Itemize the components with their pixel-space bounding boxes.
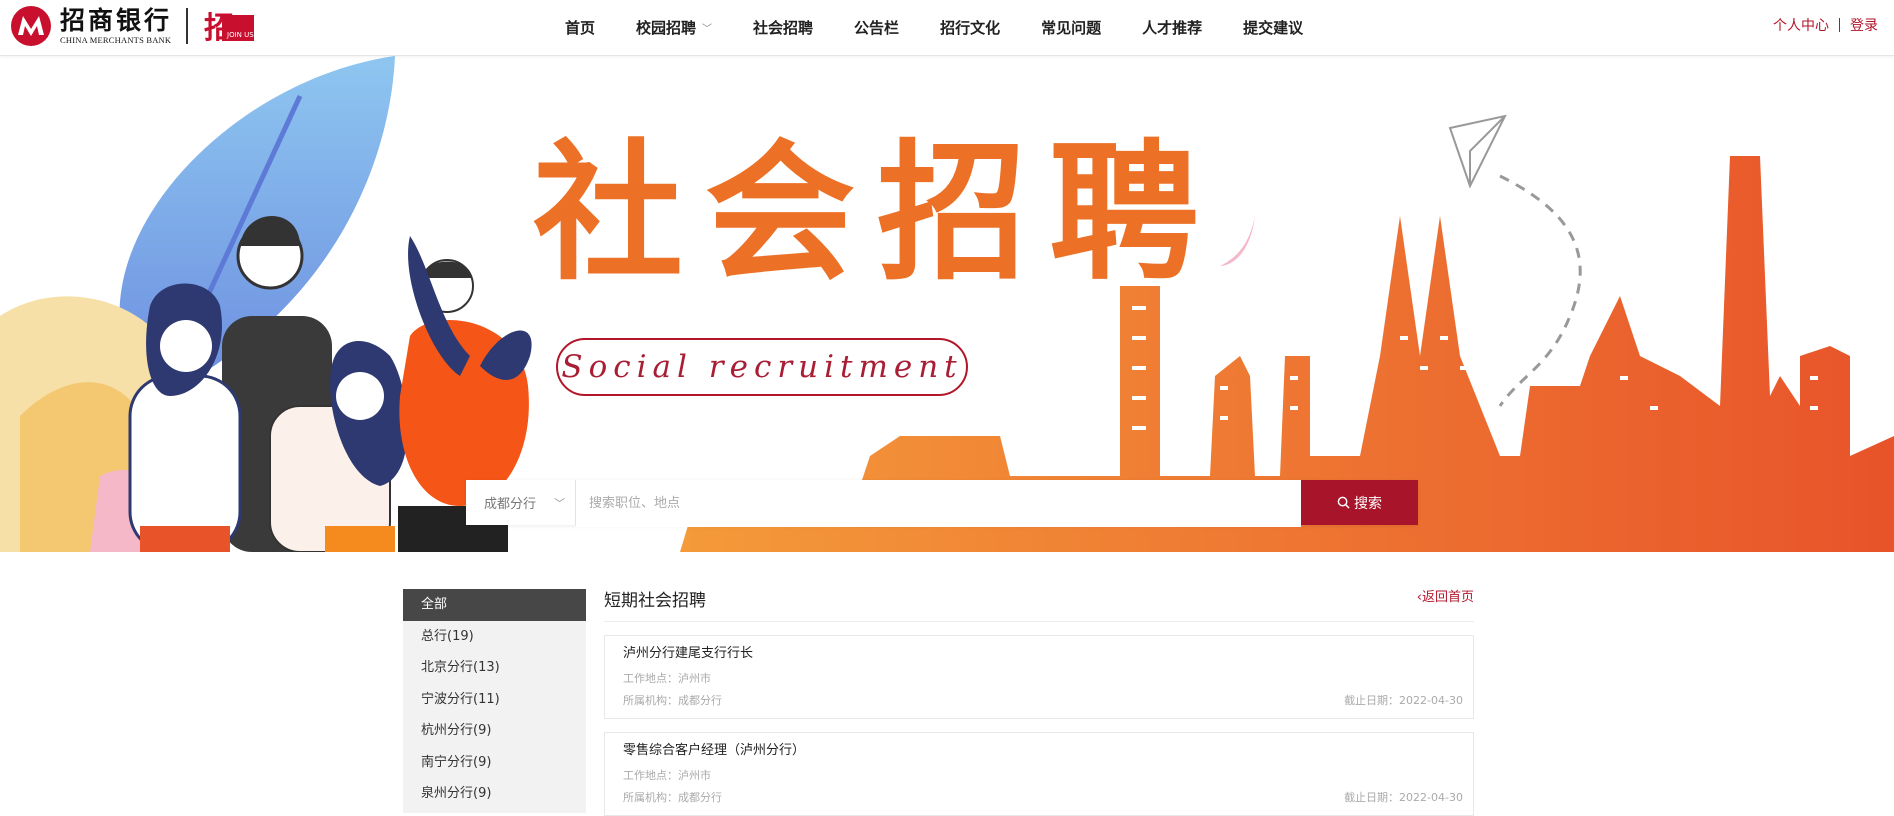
hero-banner: 社会招聘 Social recruitment <box>0 56 1894 552</box>
nav-submit-suggestion[interactable]: 提交建议 <box>1243 17 1303 38</box>
nav-faq[interactable]: 常见问题 <box>1041 17 1101 38</box>
nav-faq-label: 常见问题 <box>1041 19 1102 37</box>
user-links-divider <box>1839 18 1840 32</box>
branch-sidebar: 全部 总行(19) 北京分行(13) 宁波分行(11) 杭州分行(9) 南宁分行… <box>403 589 586 813</box>
brand-name-en: CHINA MERCHANTS BANK <box>60 35 172 45</box>
job-list-section: 短期社会招聘 ‹返回首页 泸州分行建尾支行行长 工作地点：泸州市 所属机构：成都… <box>604 589 1474 816</box>
search-input[interactable] <box>576 480 1301 527</box>
job-title[interactable]: 零售综合客户经理（泸州分行） <box>623 741 805 761</box>
job-deadline: 截止日期：2022-04-30 <box>1344 694 1463 707</box>
main-nav: 首页 校园招聘 ﹀ 社会招聘 公告栏 招行文化 常见问题 人才推荐 提交建议 <box>565 0 1344 55</box>
nav-campus-recruitment[interactable]: 校园招聘 ﹀ <box>636 17 712 38</box>
banner-title: 社会招聘 <box>533 127 1222 301</box>
job-location: 工作地点：泸州市 <box>623 672 711 685</box>
banner-subtitle: Social recruitment <box>556 338 968 396</box>
section-title: 短期社会招聘 <box>604 591 706 611</box>
nav-bulletin-label: 公告栏 <box>854 19 900 37</box>
nav-talent-referral[interactable]: 人才推荐 <box>1142 17 1202 38</box>
back-home-label: 返回首页 <box>1421 590 1474 605</box>
job-location: 工作地点：泸州市 <box>623 769 711 782</box>
job-list-header: 短期社会招聘 ‹返回首页 <box>604 589 1474 622</box>
job-title[interactable]: 泸州分行建尾支行行长 <box>623 644 753 664</box>
chevron-down-icon: ﹀ <box>702 24 713 35</box>
sidebar-item-nanning[interactable]: 南宁分行(9) <box>403 747 586 779</box>
nav-bulletin[interactable]: 公告栏 <box>854 17 899 38</box>
nav-culture[interactable]: 招行文化 <box>940 17 1000 38</box>
sidebar-item-ningbo[interactable]: 宁波分行(11) <box>403 684 586 716</box>
user-links: 个人中心 登录 <box>1773 0 1878 50</box>
job-search-bar: 成都分行 ﹀ 搜索 <box>466 480 1418 527</box>
join-us-logo-icon: 招 JOIN US <box>204 11 254 43</box>
nav-campus-label: 校园招聘 <box>636 19 697 37</box>
sidebar-item-hangzhou[interactable]: 杭州分行(9) <box>403 715 586 747</box>
job-org: 所属机构：成都分行 <box>623 791 722 804</box>
logo-divider <box>186 8 189 44</box>
nav-home[interactable]: 首页 <box>565 17 595 38</box>
search-button-label: 搜索 <box>1354 495 1382 512</box>
job-card[interactable]: 零售综合客户经理（泸州分行） 工作地点：泸州市 所属机构：成都分行 截止日期：2… <box>604 732 1474 816</box>
nav-social-label: 社会招聘 <box>753 19 814 37</box>
back-home-link[interactable]: ‹返回首页 <box>1417 589 1474 607</box>
sidebar-item-quanzhou[interactable]: 泉州分行(9) <box>403 778 586 810</box>
sidebar-item-all[interactable]: 全部 <box>403 589 586 621</box>
nav-culture-label: 招行文化 <box>940 19 1001 37</box>
nav-social-recruitment[interactable]: 社会招聘 <box>753 17 813 38</box>
branch-select-value: 成都分行 <box>484 497 537 512</box>
job-card[interactable]: 泸州分行建尾支行行长 工作地点：泸州市 所属机构：成都分行 截止日期：2022-… <box>604 635 1474 719</box>
svg-text:JOIN US: JOIN US <box>226 31 254 39</box>
job-deadline: 截止日期：2022-04-30 <box>1344 791 1463 804</box>
chevron-down-icon: ﹀ <box>554 497 565 510</box>
sidebar-item-beijing[interactable]: 北京分行(13) <box>403 652 586 684</box>
search-button[interactable]: 搜索 <box>1301 480 1418 525</box>
cmb-logo[interactable]: 招商银行 CHINA MERCHANTS BANK 招 JOIN US <box>10 5 256 47</box>
cmb-logo-icon <box>11 6 51 46</box>
login-link[interactable]: 登录 <box>1850 15 1878 35</box>
search-icon <box>1337 496 1350 509</box>
branch-select[interactable]: 成都分行 ﹀ <box>466 480 576 525</box>
nav-home-label: 首页 <box>565 19 596 37</box>
sidebar-item-head-office[interactable]: 总行(19) <box>403 621 586 653</box>
nav-referral-label: 人才推荐 <box>1142 19 1203 37</box>
profile-link[interactable]: 个人中心 <box>1773 15 1829 35</box>
top-header: 招商银行 CHINA MERCHANTS BANK 招 JOIN US 首页 校… <box>0 0 1894 56</box>
brand-name-cn: 招商银行 <box>60 6 173 35</box>
nav-suggestion-label: 提交建议 <box>1243 19 1304 37</box>
job-org: 所属机构：成都分行 <box>623 694 722 707</box>
